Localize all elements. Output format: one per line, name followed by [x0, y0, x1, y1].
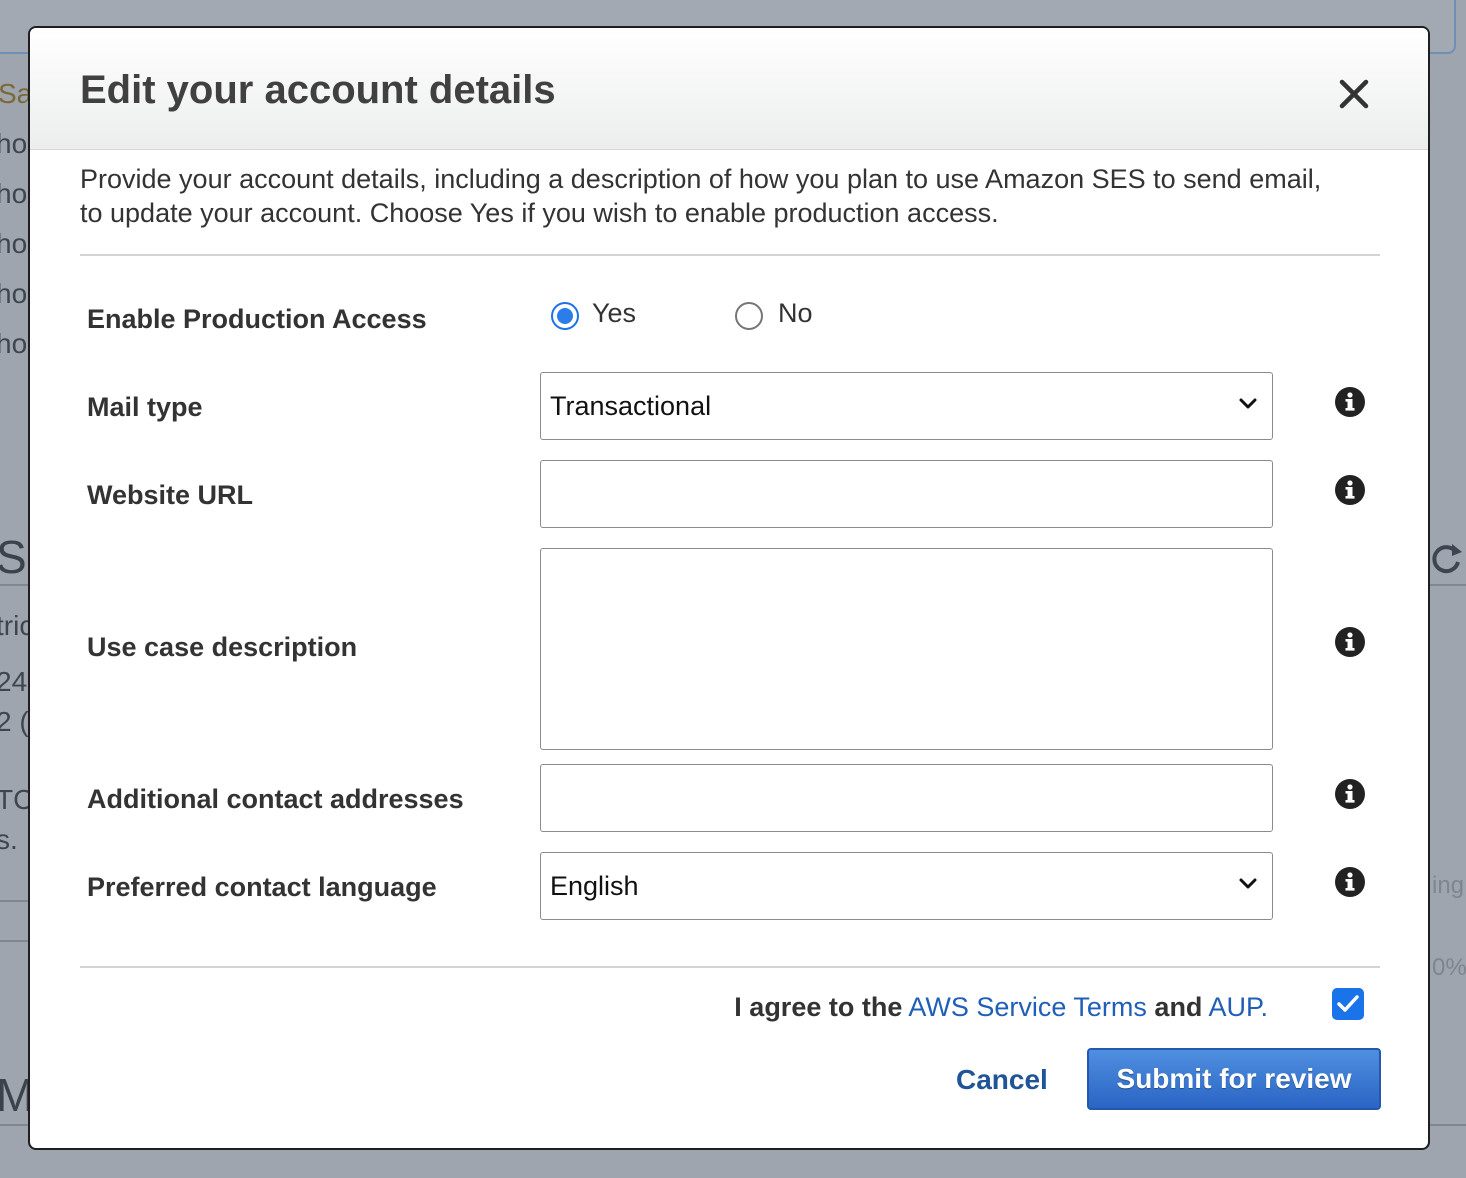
- website-url-label: Website URL: [87, 480, 254, 510]
- modal-title: Edit your account details: [80, 68, 556, 112]
- use-case-textarea[interactable]: [540, 548, 1273, 750]
- agree-prefix-text: I agree to the: [734, 992, 903, 1022]
- divider: [80, 254, 1380, 256]
- additional-contacts-label: Additional contact addresses: [87, 784, 464, 814]
- mail-type-value: Transactional: [550, 391, 712, 421]
- modal-intro-text: Provide your account details, including …: [80, 164, 1322, 228]
- close-icon[interactable]: [1334, 74, 1374, 114]
- background-text: s.: [0, 824, 18, 855]
- background-divider: [0, 1124, 30, 1126]
- additional-contacts-input[interactable]: [540, 764, 1273, 832]
- production-access-yes-label[interactable]: Yes: [592, 300, 636, 327]
- production-access-label: Enable Production Access: [87, 304, 427, 334]
- production-access-no-label[interactable]: No: [778, 300, 813, 327]
- agree-and-text: and: [1154, 992, 1203, 1022]
- aup-link[interactable]: AUP.: [1208, 992, 1268, 1022]
- chevron-down-icon: [1239, 878, 1257, 889]
- divider: [80, 966, 1380, 968]
- submit-for-review-button[interactable]: Submit for review: [1087, 1048, 1381, 1110]
- background-text: ing: [1432, 872, 1465, 899]
- terms-agreement: I agree to the AWS Service Terms and AUP…: [734, 994, 1268, 1021]
- background-divider: [0, 584, 30, 586]
- background-text: 0%: [1432, 954, 1466, 981]
- contact-language-label: Preferred contact language: [87, 872, 437, 902]
- background-text: 2 (: [0, 706, 29, 737]
- background-divider: [0, 900, 30, 902]
- contact-language-select[interactable]: English: [540, 852, 1273, 920]
- background-divider: [1430, 1124, 1466, 1126]
- website-url-input[interactable]: [540, 460, 1273, 528]
- refresh-icon: [1432, 544, 1462, 574]
- production-access-no-radio[interactable]: [735, 302, 763, 330]
- info-icon[interactable]: [1334, 474, 1366, 506]
- aws-service-terms-link[interactable]: AWS Service Terms: [908, 992, 1147, 1022]
- mail-type-select[interactable]: Transactional: [540, 372, 1273, 440]
- use-case-label: Use case description: [87, 632, 358, 662]
- modal-header: Edit your account details: [30, 28, 1428, 150]
- production-access-yes-radio[interactable]: [551, 302, 579, 330]
- background-divider: [1430, 584, 1466, 586]
- chevron-down-icon: [1239, 398, 1257, 409]
- info-icon[interactable]: [1334, 778, 1366, 810]
- cancel-button[interactable]: Cancel: [956, 1066, 1048, 1094]
- background-text: 24: [0, 666, 28, 697]
- mail-type-label: Mail type: [87, 392, 203, 422]
- checkmark-icon: [1337, 995, 1359, 1012]
- info-icon[interactable]: [1334, 866, 1366, 898]
- contact-language-value: English: [550, 871, 639, 901]
- background-divider: [0, 940, 30, 942]
- edit-account-modal: Edit your account details Provide your a…: [28, 26, 1430, 1150]
- info-icon[interactable]: [1334, 386, 1366, 418]
- info-icon[interactable]: [1334, 626, 1366, 658]
- agree-checkbox[interactable]: [1332, 988, 1364, 1020]
- background-heading: S: [0, 531, 27, 583]
